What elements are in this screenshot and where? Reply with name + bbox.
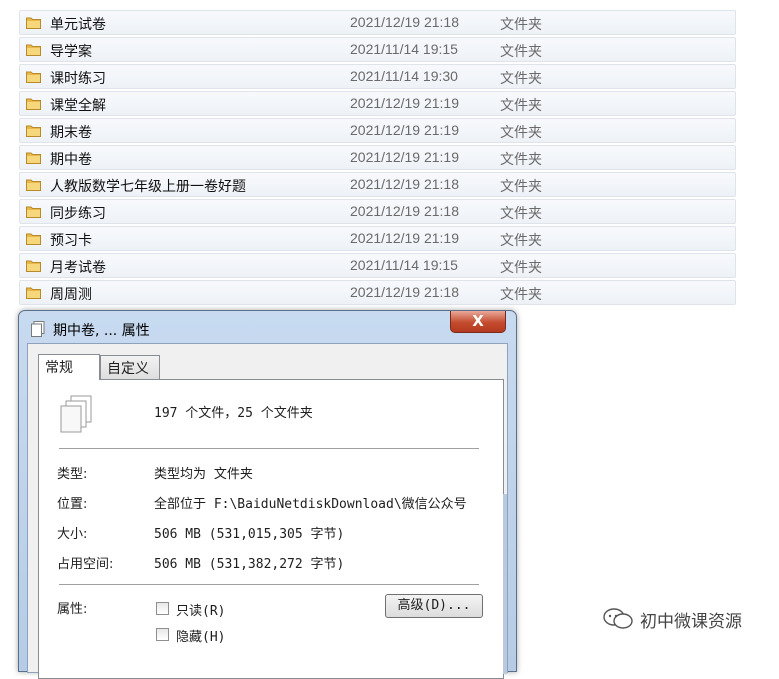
file-type: 文件夹 [500, 71, 542, 87]
file-date: 2021/11/14 19:15 [350, 41, 458, 57]
folder-icon [26, 98, 41, 110]
file-type: 文件夹 [500, 260, 542, 276]
folder-icon [26, 152, 41, 164]
location-label: 位置: [57, 497, 88, 512]
file-date: 2021/11/14 19:15 [350, 257, 458, 273]
file-row[interactable]: 人教版数学七年级上册一卷好题 2021/12/19 21:18 文件夹 [19, 172, 736, 197]
disk-size-value: 506 MB (531,382,272 字节) [154, 557, 345, 572]
file-name: 人教版数学七年级上册一卷好题 [50, 179, 246, 195]
file-name: 期末卷 [50, 125, 92, 141]
file-row[interactable]: 课时练习 2021/11/14 19:30 文件夹 [19, 64, 736, 89]
file-name: 导学案 [50, 44, 92, 60]
watermark-text: 初中微课资源 [640, 612, 742, 632]
file-row[interactable]: 月考试卷 2021/11/14 19:15 文件夹 [19, 253, 736, 278]
file-name: 月考试卷 [50, 260, 106, 276]
dialog-client-area: 常规 自定义 197 个文件，25 个文件夹 类型: 类型均为 文件夹 位置: … [27, 343, 508, 679]
summary-text: 197 个文件，25 个文件夹 [154, 406, 313, 421]
file-date: 2021/12/19 21:18 [350, 176, 459, 192]
advanced-button[interactable]: 高级(D)... [385, 594, 483, 618]
scrollbar[interactable] [503, 494, 507, 674]
file-type: 文件夹 [500, 17, 542, 33]
file-row[interactable]: 单元试卷 2021/12/19 21:18 文件夹 [19, 10, 736, 35]
location-value[interactable]: 全部位于 F:\BaiduNetdiskDownload\微信公众号 [154, 493, 484, 512]
tab-custom[interactable]: 自定义 [100, 355, 160, 379]
folder-icon [26, 179, 41, 191]
file-date: 2021/12/19 21:18 [350, 284, 459, 300]
file-type: 文件夹 [500, 125, 542, 141]
file-type: 文件夹 [500, 233, 542, 249]
file-row[interactable]: 预习卡 2021/12/19 21:19 文件夹 [19, 226, 736, 251]
file-row[interactable]: 课堂全解 2021/12/19 21:19 文件夹 [19, 91, 736, 116]
readonly-checkbox[interactable] [156, 602, 169, 615]
disk-size-label: 占用空间: [57, 557, 114, 572]
file-type: 文件夹 [500, 44, 542, 60]
separator [59, 584, 479, 585]
size-value: 506 MB (531,015,305 字节) [154, 527, 345, 542]
file-row[interactable]: 导学案 2021/11/14 19:15 文件夹 [19, 37, 736, 62]
properties-dialog: 期中卷, ... 属性 X 常规 自定义 197 个文件，25 个文件夹 类型:… [18, 310, 517, 679]
folder-icon [26, 260, 41, 272]
file-name: 预习卡 [50, 233, 92, 249]
file-name: 期中卷 [50, 152, 92, 168]
folder-icon [26, 233, 41, 245]
file-type: 文件夹 [500, 179, 542, 195]
file-date: 2021/12/19 21:19 [350, 230, 459, 246]
attributes-label: 属性: [57, 602, 88, 617]
folder-icon [26, 71, 41, 83]
wechat-icon [603, 608, 633, 629]
file-row[interactable]: 同步练习 2021/12/19 21:18 文件夹 [19, 199, 736, 224]
file-name: 课时练习 [50, 71, 106, 87]
folder-icon [26, 17, 41, 29]
file-row[interactable]: 期末卷 2021/12/19 21:19 文件夹 [19, 118, 736, 143]
file-date: 2021/12/19 21:19 [350, 149, 459, 165]
file-type: 文件夹 [500, 287, 542, 303]
file-type: 文件夹 [500, 98, 542, 114]
file-date: 2021/12/19 21:18 [350, 203, 459, 219]
folder-icon [26, 206, 41, 218]
close-button[interactable]: X [450, 311, 506, 333]
file-date: 2021/12/19 21:19 [350, 95, 459, 111]
folder-icon [26, 44, 41, 56]
separator [59, 448, 479, 449]
file-list: 单元试卷 2021/12/19 21:18 文件夹 导学案 2021/11/14 19:… [19, 10, 736, 307]
dialog-title: 期中卷, ... 属性 [53, 323, 150, 339]
file-type: 文件夹 [500, 206, 542, 222]
watermark: 初中微课资源 [602, 606, 762, 632]
hidden-checkbox[interactable] [156, 628, 169, 641]
file-row[interactable]: 周周测 2021/12/19 21:18 文件夹 [19, 280, 736, 305]
file-name: 课堂全解 [50, 98, 106, 114]
folder-icon [26, 287, 41, 299]
type-label: 类型: [57, 467, 88, 482]
file-date: 2021/12/19 21:18 [350, 14, 459, 30]
multiple-files-icon [60, 395, 92, 433]
file-name: 周周测 [50, 287, 92, 303]
type-value: 类型均为 文件夹 [154, 467, 253, 482]
general-tab-panel: 197 个文件，25 个文件夹 类型: 类型均为 文件夹 位置: 全部位于 F:… [38, 379, 504, 679]
file-name: 单元试卷 [50, 17, 106, 33]
readonly-label[interactable]: 只读(R) [176, 600, 225, 619]
file-row[interactable]: 期中卷 2021/12/19 21:19 文件夹 [19, 145, 736, 170]
size-label: 大小: [57, 527, 88, 542]
document-icon [31, 321, 45, 337]
folder-icon [26, 125, 41, 137]
hidden-label[interactable]: 隐藏(H) [176, 626, 225, 645]
file-type: 文件夹 [500, 152, 542, 168]
file-date: 2021/12/19 21:19 [350, 122, 459, 138]
file-name: 同步练习 [50, 206, 106, 222]
tab-general[interactable]: 常规 [38, 354, 100, 380]
file-date: 2021/11/14 19:30 [350, 68, 458, 84]
